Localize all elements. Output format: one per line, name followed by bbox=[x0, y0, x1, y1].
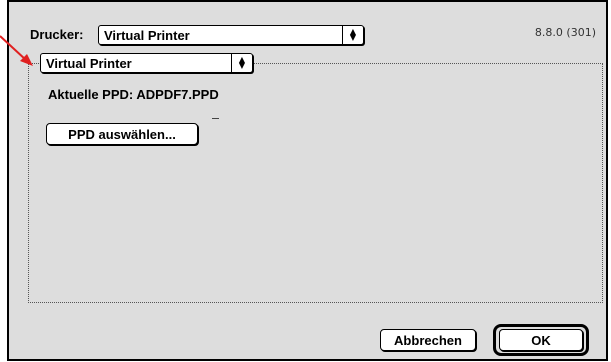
select-ppd-button[interactable]: PPD auswählen... bbox=[46, 123, 198, 145]
current-ppd-label: Aktuelle PPD: ADPDF7.PPD bbox=[48, 87, 219, 102]
text-cursor-mark bbox=[212, 118, 219, 119]
cancel-button[interactable]: Abbrechen bbox=[380, 329, 476, 351]
version-text: 8.8.0 (301) bbox=[534, 26, 596, 39]
updown-arrows-icon: ▲ ▼ bbox=[238, 55, 246, 70]
panel-popup[interactable]: Virtual Printer ▲ ▼ bbox=[40, 53, 253, 73]
updown-arrows-icon: ▲ ▼ bbox=[349, 27, 357, 42]
red-arrow-icon bbox=[0, 35, 33, 66]
panel-popup-value: Virtual Printer bbox=[46, 55, 132, 71]
printer-popup-value: Virtual Printer bbox=[104, 27, 190, 43]
printer-popup[interactable]: Virtual Printer ▲ ▼ bbox=[98, 25, 364, 45]
print-dialog: Drucker: Virtual Printer ▲ ▼ 8.8.0 (301) … bbox=[7, 0, 608, 361]
ok-button[interactable]: OK bbox=[499, 329, 583, 351]
